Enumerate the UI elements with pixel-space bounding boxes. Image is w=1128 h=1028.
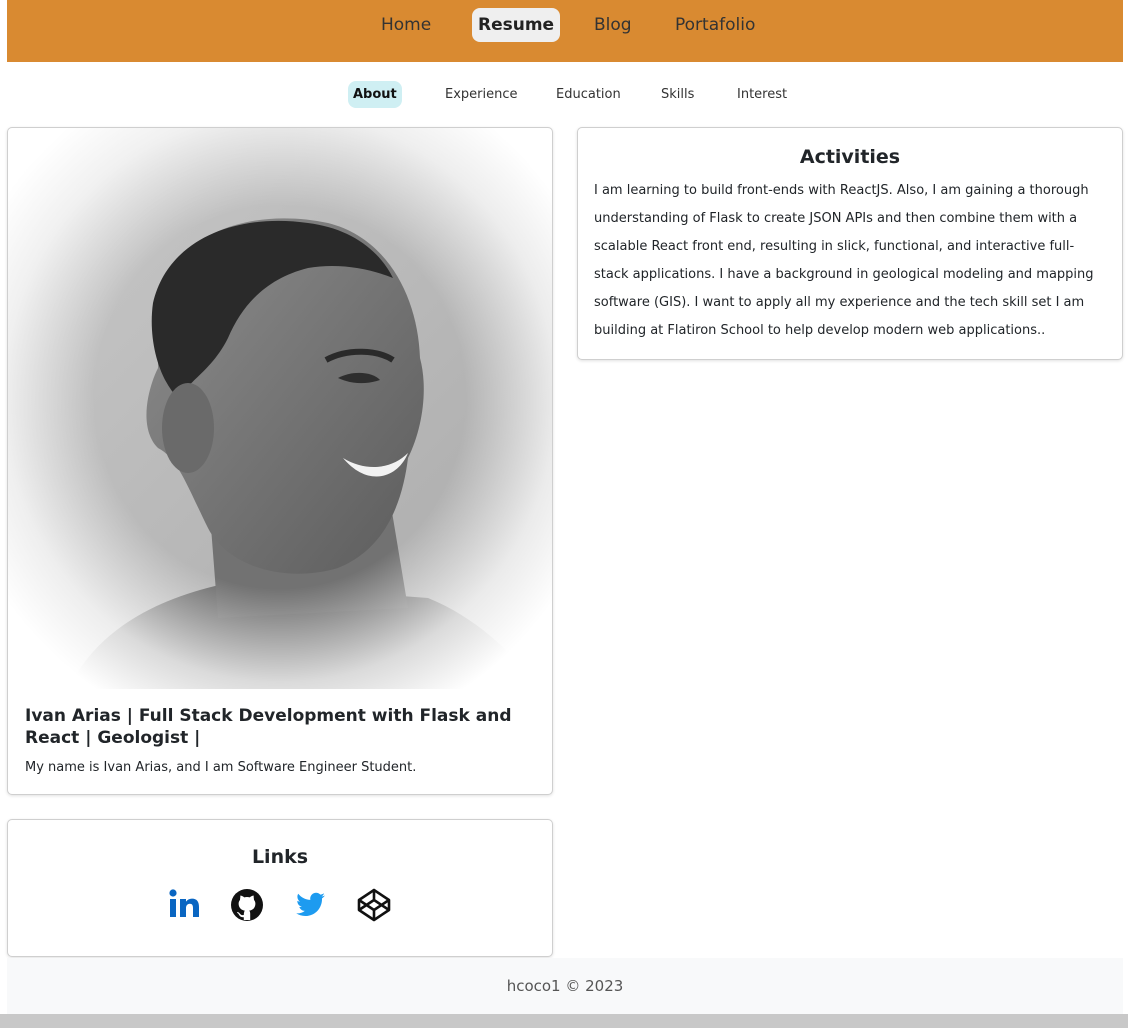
codepen-icon[interactable] <box>356 887 392 923</box>
activities-text: I am learning to build front-ends with R… <box>594 183 1094 338</box>
footer: hcoco1 © 2023 <box>7 958 1123 1014</box>
profile-description: My name is Ivan Arias, and I am Software… <box>25 760 417 775</box>
tab-about[interactable]: About <box>348 81 402 108</box>
tab-education[interactable]: Education <box>556 81 621 108</box>
nav-portafolio[interactable]: Portafolio <box>675 8 755 42</box>
main-nav: Home Resume Blog Portafolio <box>7 8 1123 44</box>
tab-skills[interactable]: Skills <box>661 81 694 108</box>
linkedin-icon[interactable] <box>167 887 203 923</box>
activities-card: Activities I am learning to build front-… <box>577 127 1123 360</box>
profile-card: Ivan Arias | Full Stack Development with… <box>7 127 553 795</box>
nav-blog[interactable]: Blog <box>594 8 632 42</box>
page: Home Resume Blog Portafolio About Experi… <box>0 0 1128 1028</box>
tab-interest[interactable]: Interest <box>737 81 787 108</box>
twitter-icon[interactable] <box>292 887 328 923</box>
bottom-scroll-strip <box>0 1014 1128 1028</box>
activities-title: Activities <box>799 146 901 168</box>
nav-home[interactable]: Home <box>381 8 431 42</box>
tab-experience[interactable]: Experience <box>445 81 518 108</box>
github-icon[interactable] <box>229 887 265 923</box>
links-title: Links <box>251 846 309 868</box>
profile-photo-image <box>8 128 552 689</box>
top-navbar: Home Resume Blog Portafolio <box>7 0 1123 62</box>
profile-photo <box>8 128 552 689</box>
profile-title: Ivan Arias | Full Stack Development with… <box>25 706 512 748</box>
links-card: Links <box>7 819 553 957</box>
nav-resume[interactable]: Resume <box>472 8 561 42</box>
